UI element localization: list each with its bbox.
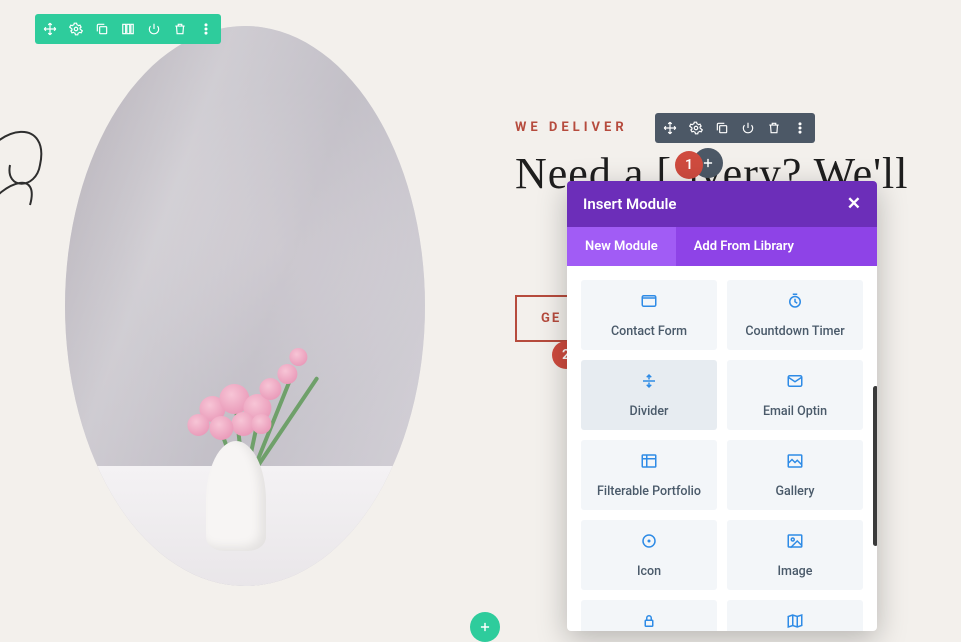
scrollbar-thumb[interactable] — [873, 386, 877, 546]
module-card-gallery[interactable]: Gallery — [727, 440, 863, 510]
countdown-timer-icon — [735, 292, 855, 314]
power-icon[interactable] — [737, 117, 759, 139]
module-card-countdown-timer[interactable]: Countdown Timer — [727, 280, 863, 350]
hero-image — [65, 26, 425, 586]
close-icon[interactable]: ✕ — [847, 194, 861, 214]
contact-form-icon — [589, 292, 709, 314]
module-card-icon[interactable]: Icon — [581, 520, 717, 590]
module-toolbar — [655, 113, 815, 143]
modal-tabs: New Module Add From Library — [567, 227, 877, 266]
map-icon — [735, 612, 855, 631]
module-list[interactable]: Contact Form Countdown Timer Divider Email … — [567, 266, 877, 631]
kicker-text: WE DELIVER — [515, 120, 628, 135]
image-icon — [735, 532, 855, 554]
module-card-label: Filterable Portfolio — [597, 484, 701, 499]
duplicate-icon[interactable] — [711, 117, 733, 139]
tab-add-from-library[interactable]: Add From Library — [676, 227, 812, 266]
module-card-label: Countdown Timer — [745, 324, 844, 339]
email-optin-icon — [735, 372, 855, 394]
modal-header: Insert Module ✕ — [567, 181, 877, 227]
gallery-icon — [735, 452, 855, 474]
module-card-label: Divider — [630, 404, 669, 419]
portfolio-icon — [589, 452, 709, 474]
insert-module-modal: Insert Module ✕ New Module Add From Libr… — [567, 181, 877, 631]
module-card-email-optin[interactable]: Email Optin — [727, 360, 863, 430]
module-card-image[interactable]: Image — [727, 520, 863, 590]
modal-title: Insert Module — [583, 195, 676, 213]
icon-icon — [589, 532, 709, 554]
module-card-login[interactable]: Login — [581, 600, 717, 631]
trash-icon[interactable] — [169, 18, 191, 40]
module-card-filterable-portfolio[interactable]: Filterable Portfolio — [581, 440, 717, 510]
step-badge-1: 1 — [675, 151, 703, 179]
module-card-label: Image — [778, 564, 813, 579]
gear-icon[interactable] — [685, 117, 707, 139]
gear-icon[interactable] — [65, 18, 87, 40]
duplicate-icon[interactable] — [91, 18, 113, 40]
module-card-contact-form[interactable]: Contact Form — [581, 280, 717, 350]
move-icon[interactable] — [39, 18, 61, 40]
divider-icon — [589, 372, 709, 394]
power-icon[interactable] — [143, 18, 165, 40]
module-card-label: Contact Form — [611, 324, 687, 339]
trash-icon[interactable] — [763, 117, 785, 139]
module-card-label: Email Optin — [763, 404, 827, 419]
module-card-map[interactable]: Map — [727, 600, 863, 631]
module-card-label: Icon — [637, 564, 661, 579]
tab-new-module[interactable]: New Module — [567, 227, 676, 266]
move-icon[interactable] — [659, 117, 681, 139]
module-card-label: Gallery — [776, 484, 815, 499]
login-icon — [589, 612, 709, 631]
module-card-divider[interactable]: Divider — [581, 360, 717, 430]
more-icon[interactable] — [789, 117, 811, 139]
more-icon[interactable] — [195, 18, 217, 40]
section-toolbar — [35, 14, 221, 44]
columns-icon[interactable] — [117, 18, 139, 40]
